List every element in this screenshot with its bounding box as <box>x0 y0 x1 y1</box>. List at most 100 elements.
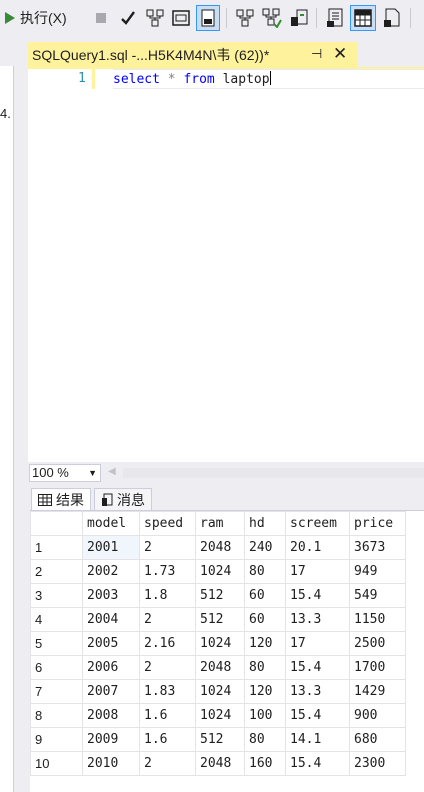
debug-button[interactable] <box>145 6 165 30</box>
code-line-1[interactable]: select * from laptop <box>113 71 271 87</box>
row-number[interactable]: 2 <box>30 559 83 584</box>
cell-speed[interactable]: 2.16 <box>139 631 196 656</box>
results-to-text-button[interactable] <box>171 6 191 30</box>
cell-hd[interactable]: 80 <box>244 559 286 584</box>
table-row[interactable]: 6 2006 2 2048 80 15.4 1700 <box>30 655 406 680</box>
cell-hd[interactable]: 80 <box>244 727 286 752</box>
cell-screem[interactable]: 13.3 <box>285 607 350 632</box>
query-plan-button[interactable] <box>234 6 256 30</box>
results-to-grid-button[interactable] <box>350 5 376 31</box>
column-header[interactable]: model <box>82 511 140 536</box>
scroll-left-icon[interactable]: ◀ <box>108 466 116 477</box>
cell-ram[interactable]: 512 <box>195 727 245 752</box>
object-explorer-edge[interactable] <box>0 66 14 792</box>
cell-model[interactable]: 2002 <box>82 559 140 584</box>
results-to-file-button[interactable] <box>196 5 220 31</box>
client-stats-button[interactable] <box>288 6 310 30</box>
cell-speed[interactable]: 1.6 <box>139 703 196 728</box>
cell-speed[interactable]: 2 <box>139 751 196 776</box>
row-number[interactable]: 1 <box>30 535 83 560</box>
stop-button[interactable] <box>92 6 110 30</box>
query-editor[interactable]: 1 select * from laptop <box>28 69 424 462</box>
column-header[interactable]: hd <box>244 511 286 536</box>
table-row[interactable]: 10 2010 2 2048 160 15.4 2300 <box>30 751 406 776</box>
cell-price[interactable]: 1429 <box>349 679 406 704</box>
tab-results[interactable]: 结果 <box>31 488 91 510</box>
column-header[interactable]: ram <box>195 511 245 536</box>
cell-ram[interactable]: 2048 <box>195 535 245 560</box>
cell-price[interactable]: 900 <box>349 703 406 728</box>
row-number[interactable]: 10 <box>30 751 83 776</box>
cell-model[interactable]: 2005 <box>82 631 140 656</box>
row-number[interactable]: 6 <box>30 655 83 680</box>
cell-model[interactable]: 2001 <box>82 535 140 560</box>
cell-ram[interactable]: 512 <box>195 607 245 632</box>
row-number[interactable]: 4 <box>30 607 83 632</box>
cell-screem[interactable]: 20.1 <box>285 535 350 560</box>
cell-screem[interactable]: 15.4 <box>285 751 350 776</box>
row-header-corner[interactable] <box>30 511 83 536</box>
cell-price[interactable]: 549 <box>349 583 406 608</box>
cell-hd[interactable]: 60 <box>244 583 286 608</box>
cell-price[interactable]: 680 <box>349 727 406 752</box>
cell-screem[interactable]: 15.4 <box>285 655 350 680</box>
cell-ram[interactable]: 1024 <box>195 631 245 656</box>
cell-price[interactable]: 1150 <box>349 607 406 632</box>
cell-price[interactable]: 2500 <box>349 631 406 656</box>
cell-speed[interactable]: 1.6 <box>139 727 196 752</box>
cell-ram[interactable]: 1024 <box>195 703 245 728</box>
cell-hd[interactable]: 100 <box>244 703 286 728</box>
column-header[interactable]: price <box>349 511 406 536</box>
column-header[interactable]: speed <box>139 511 196 536</box>
cell-hd[interactable]: 120 <box>244 679 286 704</box>
cell-hd[interactable]: 240 <box>244 535 286 560</box>
cell-speed[interactable]: 2 <box>139 535 196 560</box>
cell-model[interactable]: 2006 <box>82 655 140 680</box>
cell-model[interactable]: 2009 <box>82 727 140 752</box>
cell-screem[interactable]: 14.1 <box>285 727 350 752</box>
cell-model[interactable]: 2010 <box>82 751 140 776</box>
parse-button[interactable] <box>118 6 138 30</box>
row-number[interactable]: 8 <box>30 703 83 728</box>
cell-ram[interactable]: 1024 <box>195 679 245 704</box>
cell-price[interactable]: 3673 <box>349 535 406 560</box>
table-row[interactable]: 7 2007 1.83 1024 120 13.3 1429 <box>30 679 406 704</box>
cell-screem[interactable]: 17 <box>285 559 350 584</box>
zoom-dropdown[interactable]: 100 % ▼ <box>29 464 101 482</box>
cell-screem[interactable]: 13.3 <box>285 679 350 704</box>
cell-hd[interactable]: 160 <box>244 751 286 776</box>
cell-speed[interactable]: 1.8 <box>139 583 196 608</box>
cell-hd[interactable]: 120 <box>244 631 286 656</box>
table-row[interactable]: 4 2004 2 512 60 13.3 1150 <box>30 607 406 632</box>
cell-model[interactable]: 2003 <box>82 583 140 608</box>
row-number[interactable]: 7 <box>30 679 83 704</box>
execute-button[interactable]: 执行(X) <box>4 6 67 30</box>
table-row[interactable]: 2 2002 1.73 1024 80 17 949 <box>30 559 406 584</box>
cell-ram[interactable]: 512 <box>195 583 245 608</box>
table-row[interactable]: 9 2009 1.6 512 80 14.1 680 <box>30 727 406 752</box>
cell-speed[interactable]: 1.83 <box>139 679 196 704</box>
horizontal-scrollbar[interactable] <box>123 468 424 478</box>
results-to-text-2-button[interactable] <box>324 6 346 30</box>
column-header[interactable]: screem <box>285 511 350 536</box>
table-row[interactable]: 5 2005 2.16 1024 120 17 2500 <box>30 631 406 656</box>
cell-screem[interactable]: 15.4 <box>285 583 350 608</box>
results-grid[interactable]: model speed ram hd screem price 1 2001 2 20… <box>30 510 424 792</box>
cell-hd[interactable]: 80 <box>244 655 286 680</box>
pin-icon[interactable]: ⊣ <box>311 46 322 62</box>
cell-screem[interactable]: 15.4 <box>285 703 350 728</box>
cell-ram[interactable]: 2048 <box>195 655 245 680</box>
include-plan-button[interactable] <box>261 6 283 30</box>
cell-price[interactable]: 2300 <box>349 751 406 776</box>
cell-model[interactable]: 2004 <box>82 607 140 632</box>
row-number[interactable]: 9 <box>30 727 83 752</box>
cell-price[interactable]: 949 <box>349 559 406 584</box>
cell-hd[interactable]: 60 <box>244 607 286 632</box>
row-number[interactable]: 5 <box>30 631 83 656</box>
table-row[interactable]: 1 2001 2 2048 240 20.1 3673 <box>30 535 406 560</box>
cell-ram[interactable]: 2048 <box>195 751 245 776</box>
table-row[interactable]: 8 2008 1.6 1024 100 15.4 900 <box>30 703 406 728</box>
cell-speed[interactable]: 2 <box>139 655 196 680</box>
cell-ram[interactable]: 1024 <box>195 559 245 584</box>
cell-speed[interactable]: 1.73 <box>139 559 196 584</box>
